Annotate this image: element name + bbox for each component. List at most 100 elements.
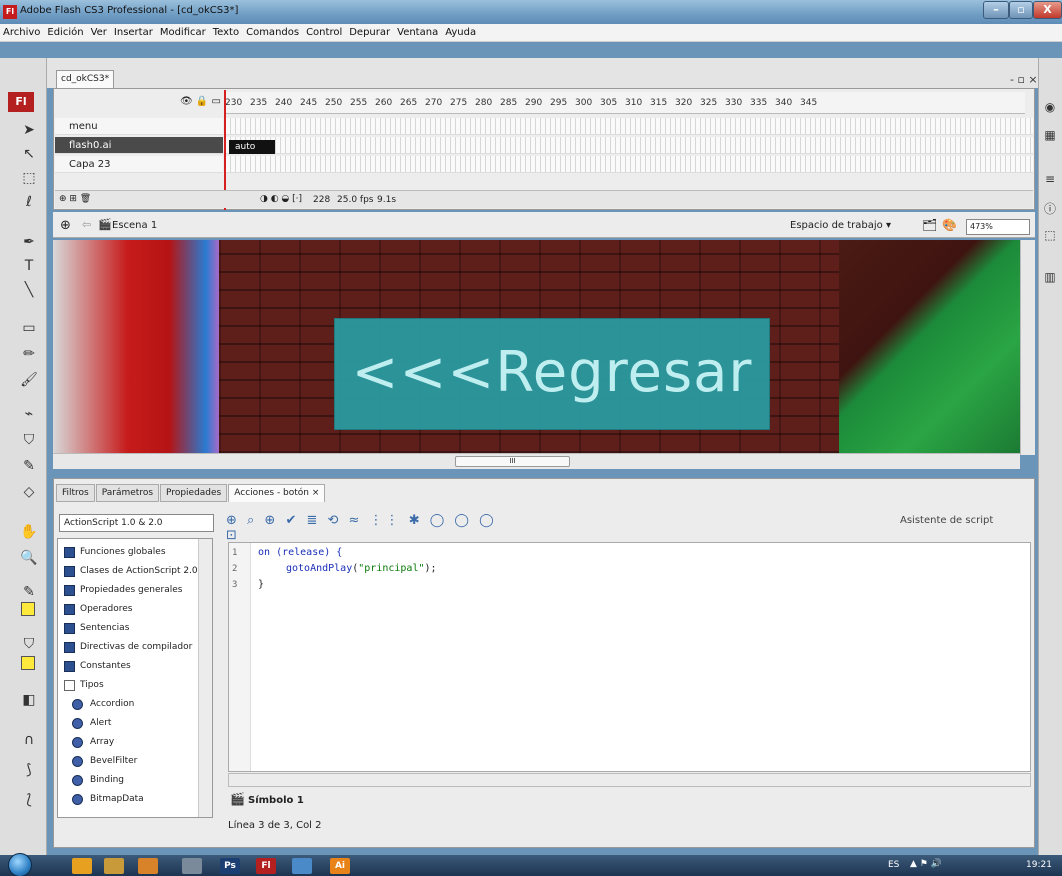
back-arrow-icon[interactable]: ⇦ — [82, 218, 91, 231]
regresar-button-label[interactable]: <<<Regresar — [334, 328, 770, 418]
tab-propiedades[interactable]: Propiedades — [160, 484, 228, 502]
start-button[interactable] — [8, 853, 32, 876]
toolbox-item[interactable]: BitmapData — [58, 790, 198, 809]
stroke-color-icon[interactable]: ✎ — [19, 582, 39, 602]
code-line-1[interactable]: on (release) { — [258, 547, 342, 558]
taskbar-app-7[interactable] — [292, 858, 312, 874]
frame-row-capa-23[interactable] — [225, 156, 1033, 173]
subselection-tool-icon[interactable]: ↖ — [19, 144, 39, 164]
taskbar-app-2[interactable] — [104, 858, 124, 874]
eyedropper-tool-icon[interactable]: ✎ — [19, 456, 39, 476]
frame-row-flash0[interactable] — [225, 137, 1033, 154]
clock[interactable]: 19:21 — [1026, 860, 1052, 870]
lasso-tool-icon[interactable]: ℓ — [19, 192, 39, 212]
smooth-option-icon[interactable]: ⟆ — [19, 760, 39, 780]
menu-modificar[interactable]: Modificar — [160, 27, 206, 38]
color-panel-icon[interactable]: ◉ — [1042, 100, 1058, 116]
menu-ver[interactable]: Ver — [91, 27, 107, 38]
onion-skin-icons[interactable]: ◑ ◐ ◒ [·] — [260, 194, 302, 204]
menu-comandos[interactable]: Comandos — [246, 27, 299, 38]
frame-row-menu[interactable] — [225, 118, 1033, 135]
close-button[interactable]: X — [1033, 1, 1062, 19]
hand-tool-icon[interactable]: ✋ — [19, 522, 39, 542]
library-panel-icon[interactable]: ▥ — [1042, 270, 1058, 286]
taskbar-illustrator[interactable]: Ai — [330, 858, 350, 874]
code-line-2[interactable]: gotoAndPlay("principal"); — [286, 563, 437, 574]
toolbox-item[interactable]: Alert — [58, 714, 198, 733]
stage-vertical-scrollbar[interactable] — [1020, 240, 1035, 455]
toolbox-item[interactable]: Sentencias — [58, 619, 198, 638]
layer-menu[interactable]: menu — [55, 118, 223, 135]
info-panel-icon[interactable]: ⓘ — [1042, 200, 1058, 216]
toolbox-item[interactable]: Constantes — [58, 657, 198, 676]
zoom-select[interactable]: 473% — [966, 219, 1030, 235]
document-window-controls[interactable]: - ▫ × — [1010, 73, 1038, 86]
script-assistant-button[interactable]: Asistente de script — [900, 515, 993, 526]
ink-bottle-tool-icon[interactable]: ⌁ — [19, 404, 39, 424]
edit-scene-menu-icon[interactable]: 🎨 — [942, 218, 957, 232]
eraser-tool-icon[interactable]: ◇ — [19, 482, 39, 502]
frame-label-tag[interactable]: auto — [229, 140, 275, 154]
taskbar-flash[interactable]: Fl — [256, 858, 276, 874]
code-line-3[interactable]: } — [258, 579, 264, 590]
toolbox-item[interactable]: BevelFilter — [58, 752, 198, 771]
layer-flash0[interactable]: flash0.ai — [55, 137, 223, 154]
actionscript-version-select[interactable]: ActionScript 1.0 & 2.0 — [59, 514, 214, 532]
toolbox-item[interactable]: Accordion — [58, 695, 198, 714]
taskbar-app-3[interactable] — [138, 858, 158, 874]
workspace-dropdown[interactable]: Espacio de trabajo ▾ — [790, 220, 891, 231]
editor-horizontal-scrollbar[interactable] — [228, 773, 1031, 787]
transform-panel-icon[interactable]: ⬚ — [1042, 228, 1058, 244]
edit-symbols-icon[interactable]: 🗂 — [922, 218, 937, 232]
line-tool-icon[interactable]: ╲ — [19, 280, 39, 300]
script-editor[interactable] — [228, 542, 1031, 772]
menu-insertar[interactable]: Insertar — [114, 27, 153, 38]
toolbox-item[interactable]: Clases de ActionScript 2.0 — [58, 562, 198, 581]
minimize-button[interactable]: – — [983, 1, 1009, 19]
rectangle-tool-icon[interactable]: ▭ — [19, 318, 39, 338]
timeline-layer-toggles-icon[interactable]: 👁 🔒 ▭ — [180, 96, 221, 107]
toolbox-item[interactable]: Directivas de compilador — [58, 638, 198, 657]
scene-name[interactable]: Escena 1 — [112, 220, 157, 231]
menu-ventana[interactable]: Ventana — [397, 27, 438, 38]
brush-tool-icon[interactable]: 🖌 — [19, 370, 39, 390]
tab-acciones[interactable]: Acciones - botón × — [228, 484, 326, 502]
timeline-ruler[interactable]: 230 235 240 245 250 255 260 265 270 275 … — [225, 92, 1025, 114]
stage-scroll-thumb[interactable]: III — [455, 456, 570, 467]
menu-edicion[interactable]: Edición — [47, 27, 83, 38]
toolbox-scrollbar[interactable] — [198, 539, 212, 817]
snap-magnet-icon[interactable]: ∩ — [19, 730, 39, 750]
zoom-tool-icon[interactable]: 🔍 — [19, 548, 39, 568]
taskbar-photoshop[interactable]: Ps — [220, 858, 240, 874]
align-panel-icon[interactable]: ≡ — [1042, 172, 1058, 188]
tab-filtros[interactable]: Filtros — [56, 484, 95, 502]
text-tool-icon[interactable]: T — [19, 256, 39, 276]
stroke-swatch[interactable] — [21, 602, 35, 616]
fill-swatch[interactable] — [21, 656, 35, 670]
swatches-panel-icon[interactable]: ▦ — [1042, 128, 1058, 144]
tray-icons[interactable]: ▲ ⚑ 🔊 — [910, 859, 942, 869]
menu-ayuda[interactable]: Ayuda — [445, 27, 476, 38]
toolbox-item[interactable]: Binding — [58, 771, 198, 790]
toolbox-item[interactable]: Propiedades generales — [58, 581, 198, 600]
language-indicator[interactable]: ES — [888, 860, 899, 870]
pen-tool-icon[interactable]: ✒ — [19, 232, 39, 252]
selection-tool-icon[interactable]: ➤ — [19, 120, 39, 140]
actions-toolbar-icons[interactable]: ⊕ ⌕ ⊕ ✔ ≣ ⟲ ≈ ⋮⋮ ✱ ◯ ◯ ◯ ⊡ — [226, 513, 506, 543]
menu-archivo[interactable]: Archivo — [3, 27, 40, 38]
maximize-button[interactable]: ▫ — [1009, 1, 1033, 19]
toolbox-item[interactable]: Tipos — [58, 676, 198, 695]
taskbar-app-4[interactable] — [182, 858, 202, 874]
free-transform-tool-icon[interactable]: ⬚ — [19, 168, 39, 188]
pencil-tool-icon[interactable]: ✏ — [19, 344, 39, 364]
menu-control[interactable]: Control — [306, 27, 342, 38]
layer-capa-23[interactable]: Capa 23 — [55, 156, 223, 173]
toolbox-item[interactable]: Operadores — [58, 600, 198, 619]
document-tab[interactable]: cd_okCS3* — [56, 70, 114, 88]
tab-parametros[interactable]: Parámetros — [95, 484, 160, 502]
taskbar-app-1[interactable] — [72, 858, 92, 874]
toolbox-item[interactable]: Array — [58, 733, 198, 752]
straighten-option-icon[interactable]: ⟅ — [19, 790, 39, 810]
menu-depurar[interactable]: Depurar — [349, 27, 390, 38]
default-colors-icon[interactable]: ◧ — [19, 690, 39, 710]
